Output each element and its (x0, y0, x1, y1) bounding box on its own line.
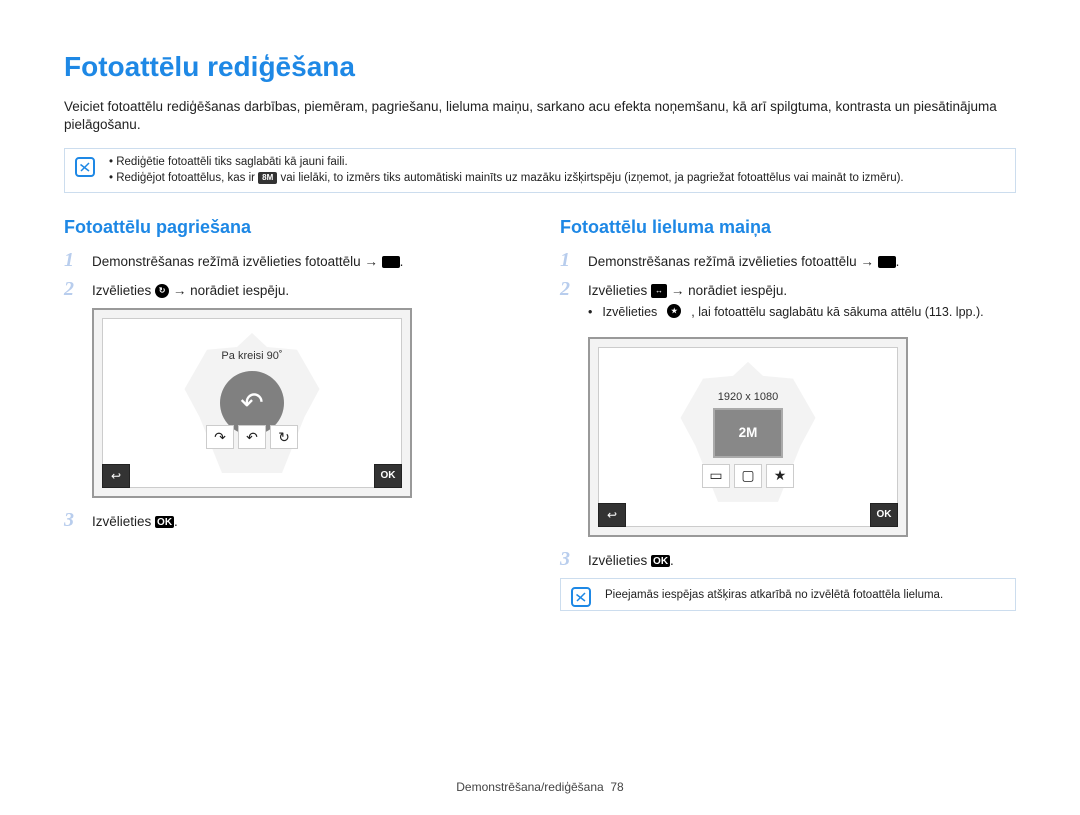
step-num: 2 (64, 279, 82, 299)
info-list: Rediģētie fotoattēli tiks saglabāti kā j… (109, 155, 1005, 186)
step-num: 1 (64, 250, 82, 270)
step1-text: Demonstrēšanas režīmā izvēlieties fotoat… (92, 250, 403, 271)
rotate-icon (155, 284, 169, 298)
res-opt-icon: ★ (766, 464, 794, 488)
info-item-1: Rediģētie fotoattēli tiks saglabāti kā j… (109, 155, 1005, 171)
note-text: Pieejamās iespējas atšķiras atkarībā no … (605, 589, 943, 601)
subhead-rotate: Fotoattēlu pagriešana (64, 215, 520, 239)
res-opt-icon: ▭ (702, 464, 730, 488)
step3-text-r: Izvēlieties OK. (588, 549, 674, 570)
page-footer: Demonstrēšana/rediģēšana 78 (0, 779, 1080, 795)
rotate-left-icon: ↶ (238, 425, 266, 449)
ok-icon: OK (651, 555, 670, 567)
screenshot-rotate: Pa kreisi 90˚ ↶ ↷ ↶ ↻ ↩ OK (92, 308, 412, 498)
sub-bullet-startimg: Izvēlieties , lai fotoattēlu saglabātu k… (588, 304, 984, 321)
step-num: 2 (560, 279, 578, 299)
step-num: 3 (64, 510, 82, 530)
subhead-resize: Fotoattēlu lieluma maiņa (560, 215, 1016, 239)
page-title: Fotoattēlu rediģēšana (64, 48, 1016, 86)
ok-button-icon: OK (870, 503, 898, 527)
resize-icon (651, 284, 667, 298)
note-icon (75, 157, 95, 177)
back-button-icon: ↩ (102, 464, 130, 488)
step-num: 1 (560, 250, 578, 270)
resolution-label: 1920 x 1080 (718, 390, 779, 405)
start-image-icon (667, 304, 681, 318)
rotate-right-icon: ↷ (206, 425, 234, 449)
rotate-label: Pa kreisi 90˚ (221, 349, 282, 364)
step2-text-r: Izvēlieties → norādiet iespēju. Izvēliet… (588, 279, 984, 329)
info-item-2: Rediģējot fotoattēlus, kas ir 8M vai lie… (109, 171, 1005, 187)
screenshot-resize: 1920 x 1080 2M ▭ ▢ ★ ↩ OK (588, 337, 908, 537)
ok-icon: OK (155, 516, 174, 528)
rotate-flip-icon: ↻ (270, 425, 298, 449)
right-column: Fotoattēlu lieluma maiņa 1 Demonstrēšana… (560, 215, 1016, 610)
res-opt-icon: ▢ (734, 464, 762, 488)
info-box-bottom: Pieejamās iespējas atšķiras atkarībā no … (560, 578, 1016, 611)
step1-text-r: Demonstrēšanas režīmā izvēlieties fotoat… (588, 250, 899, 271)
step3-text: Izvēlieties OK. (92, 510, 178, 531)
info-box-top: Rediģētie fotoattēli tiks saglabāti kā j… (64, 148, 1016, 193)
step-num: 3 (560, 549, 578, 569)
left-column: Fotoattēlu pagriešana 1 Demonstrēšanas r… (64, 215, 520, 610)
badge-8m-icon: 8M (258, 172, 277, 184)
edit-icon (878, 256, 896, 268)
note-icon (571, 587, 591, 607)
back-button-icon: ↩ (598, 503, 626, 527)
edit-icon (382, 256, 400, 268)
step2-text: Izvēlieties → norādiet iespēju. (92, 279, 289, 300)
intro-text: Veiciet fotoattēlu rediģēšanas darbības,… (64, 98, 1016, 134)
ok-button-icon: OK (374, 464, 402, 488)
resolution-badge-icon: 2M (713, 408, 783, 458)
